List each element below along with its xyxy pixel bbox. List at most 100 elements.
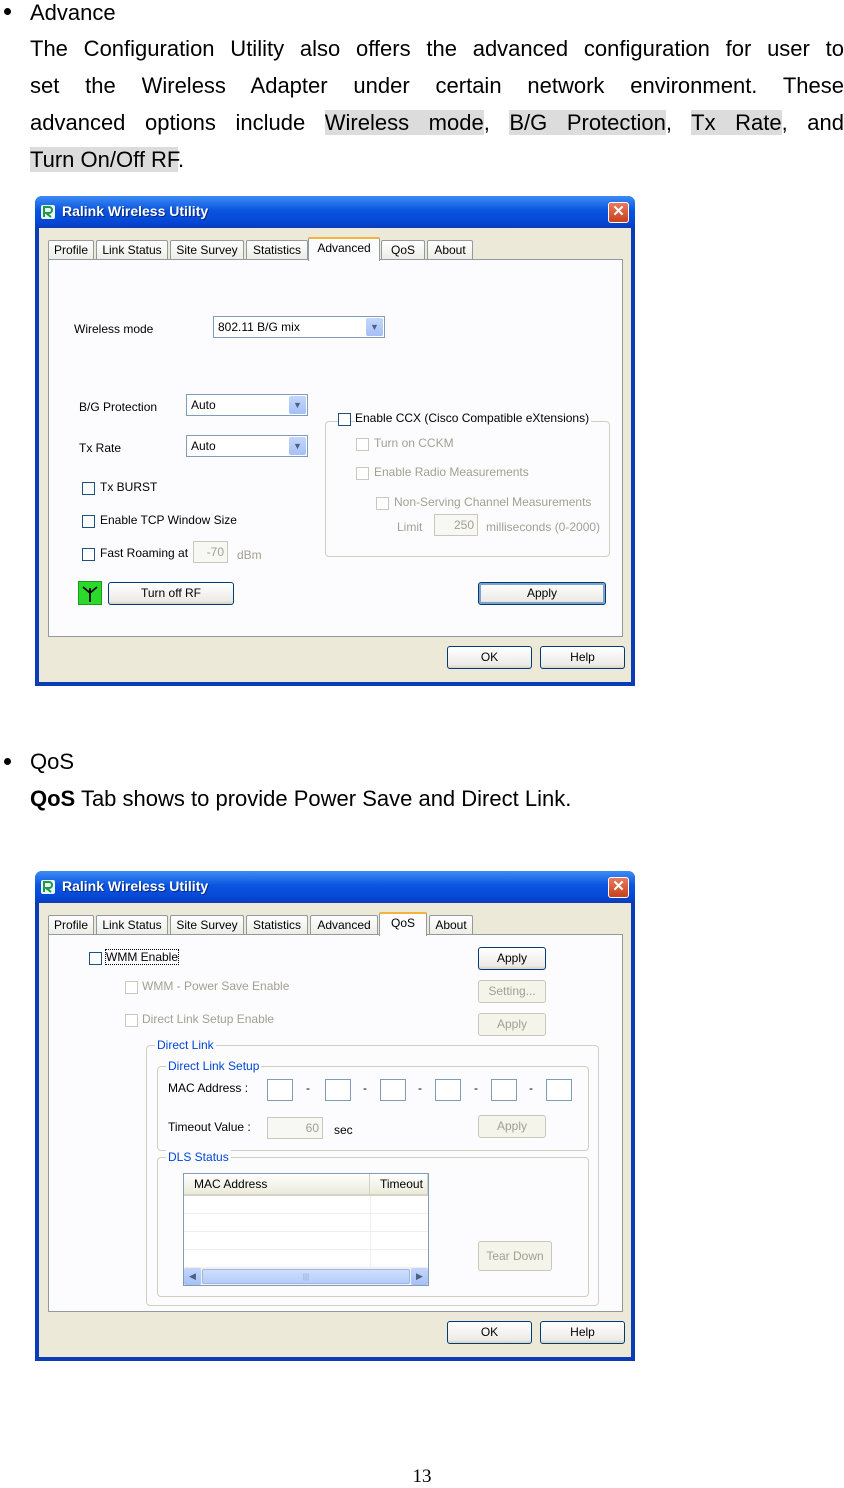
comma: , — [665, 110, 692, 135]
tab-site-survey[interactable]: Site Survey — [170, 915, 244, 935]
sec-label: sec — [334, 1123, 353, 1137]
table-row[interactable] — [184, 1232, 428, 1250]
horizontal-scrollbar[interactable]: ◀ ||| ▶ — [184, 1268, 428, 1285]
mac-octet-5-field[interactable] — [491, 1079, 517, 1101]
wmm-power-save-checkbox[interactable] — [125, 981, 138, 994]
advance-paragraph: The Configuration Utility also offers th… — [30, 30, 844, 178]
non-serving-label: Non-Serving Channel Measurements — [394, 495, 592, 509]
wmm-power-save-label: WMM - Power Save Enable — [142, 979, 290, 993]
advance-line-4: Turn On/Off RF. — [30, 141, 844, 178]
scroll-left-icon[interactable]: ◀ — [184, 1268, 201, 1285]
tx-burst-checkbox[interactable] — [82, 482, 95, 495]
advance-line-1: The Configuration Utility also offers th… — [30, 36, 844, 61]
mac-octet-6-field[interactable] — [546, 1079, 572, 1101]
fast-roaming-checkbox[interactable] — [82, 548, 95, 561]
mac-separator: - — [418, 1081, 422, 1095]
window-client: Profile Link Status Site Survey Statisti… — [39, 228, 631, 682]
chevron-down-icon: ▼ — [366, 318, 383, 336]
non-serving-checkbox[interactable] — [376, 497, 389, 510]
wireless-mode-select[interactable]: 802.11 B/G mix ▼ — [213, 316, 385, 338]
apply-button[interactable]: Apply — [478, 582, 606, 605]
setting-button[interactable]: Setting... — [478, 980, 546, 1003]
tab-profile[interactable]: Profile — [48, 915, 94, 935]
qos-window: Ralink Wireless Utility ✕ Profile Link S… — [35, 871, 635, 1361]
qos-paragraph-text: Tab shows to provide Power Save and Dire… — [75, 786, 572, 811]
wmm-apply-button[interactable]: Apply — [478, 947, 546, 970]
title-bar[interactable]: Ralink Wireless Utility ✕ — [35, 871, 635, 903]
table-row[interactable] — [184, 1250, 428, 1268]
tab-link-status[interactable]: Link Status — [96, 240, 168, 260]
mac-separator: - — [529, 1081, 533, 1095]
dls-status-list[interactable]: MAC Address Timeout ◀ ||| ▶ — [183, 1173, 429, 1286]
ok-button[interactable]: OK — [447, 646, 532, 669]
page-number: 13 — [412, 1466, 432, 1487]
tab-about[interactable]: About — [429, 915, 473, 935]
mac-separator: - — [306, 1081, 310, 1095]
mac-octet-3-field[interactable] — [380, 1079, 406, 1101]
direct-link-apply-button[interactable]: Apply — [478, 1013, 546, 1036]
tab-advanced[interactable]: Advanced — [308, 237, 380, 261]
close-button[interactable]: ✕ — [608, 877, 629, 898]
bullet — [4, 8, 11, 15]
timeout-value-field[interactable]: 60 — [267, 1117, 323, 1139]
advance-line-2: set the Wireless Adapter under certain n… — [30, 73, 844, 98]
mac-octet-1-field[interactable] — [267, 1079, 293, 1101]
and-text: , and — [781, 110, 844, 135]
scroll-thumb[interactable]: ||| — [202, 1269, 410, 1284]
title-bar[interactable]: Ralink Wireless Utility ✕ — [35, 196, 635, 228]
tab-link-status[interactable]: Link Status — [96, 915, 168, 935]
advanced-window: Ralink Wireless Utility ✕ Profile Link S… — [35, 196, 635, 686]
wmm-enable-checkbox[interactable] — [89, 952, 102, 965]
comma: , — [483, 110, 510, 135]
tx-rate-select[interactable]: Auto ▼ — [186, 435, 308, 457]
direct-link-setup-enable-checkbox[interactable] — [125, 1014, 138, 1027]
cckm-label: Turn on CCKM — [374, 436, 454, 450]
help-button[interactable]: Help — [540, 1321, 625, 1344]
bg-protection-select[interactable]: Auto ▼ — [186, 394, 308, 416]
tab-about[interactable]: About — [427, 240, 473, 260]
mac-octet-4-field[interactable] — [435, 1079, 461, 1101]
limit-field[interactable]: 250 — [434, 514, 478, 536]
table-row[interactable] — [184, 1214, 428, 1232]
column-header-timeout[interactable]: Timeout — [370, 1174, 428, 1196]
bg-protection-label: B/G Protection — [79, 400, 158, 414]
tab-qos[interactable]: QoS — [379, 912, 427, 936]
ok-button[interactable]: OK — [447, 1321, 532, 1344]
tab-statistics[interactable]: Statistics — [246, 915, 308, 935]
antenna-icon — [78, 581, 102, 605]
advance-line-3-text: advanced options include — [30, 110, 325, 135]
wireless-mode-label: Wireless mode — [74, 322, 154, 336]
tab-profile[interactable]: Profile — [48, 240, 94, 260]
direct-link-setup-group: Direct Link Setup — [157, 1059, 589, 1151]
tx-rate-label: Tx Rate — [79, 441, 122, 455]
direct-link-setup-apply-button[interactable]: Apply — [478, 1115, 546, 1138]
table-row[interactable] — [184, 1196, 428, 1214]
fast-roaming-field[interactable]: -70 — [193, 541, 228, 563]
window-title: Ralink Wireless Utility — [62, 203, 209, 219]
tab-qos[interactable]: QoS — [381, 240, 425, 260]
column-header-mac-address[interactable]: MAC Address — [184, 1174, 370, 1196]
radio-measure-checkbox[interactable] — [356, 467, 369, 480]
tcp-window-checkbox[interactable] — [82, 515, 95, 528]
ccx-label: Enable CCX (Cisco Compatible eXtensions) — [355, 411, 592, 425]
help-button[interactable]: Help — [540, 646, 625, 669]
highlight-bg-protection: B/G Protection — [509, 110, 666, 135]
turn-off-rf-button[interactable]: Turn off RF — [108, 582, 234, 605]
radio-measure-label: Enable Radio Measurements — [374, 465, 529, 479]
scroll-right-icon[interactable]: ▶ — [411, 1268, 428, 1285]
wireless-mode-value: 802.11 B/G mix — [218, 320, 300, 334]
advance-line-3: advanced options include Wireless mode , … — [30, 104, 844, 141]
tear-down-button[interactable]: Tear Down — [478, 1241, 552, 1271]
tab-site-survey[interactable]: Site Survey — [170, 240, 244, 260]
section-heading-qos: QoS — [30, 749, 75, 774]
tab-statistics[interactable]: Statistics — [246, 240, 308, 260]
close-button[interactable]: ✕ — [608, 202, 629, 223]
dbm-label: dBm — [237, 548, 262, 562]
ccx-checkbox[interactable] — [338, 413, 351, 426]
mac-octet-2-field[interactable] — [325, 1079, 351, 1101]
cckm-checkbox[interactable] — [356, 438, 369, 451]
qos-panel: WMM Enable Apply WMM - Power Save Enable… — [48, 934, 623, 1312]
tab-advanced[interactable]: Advanced — [310, 915, 378, 935]
tx-rate-value: Auto — [191, 439, 216, 453]
direct-link-setup-enable-label: Direct Link Setup Enable — [142, 1012, 275, 1026]
